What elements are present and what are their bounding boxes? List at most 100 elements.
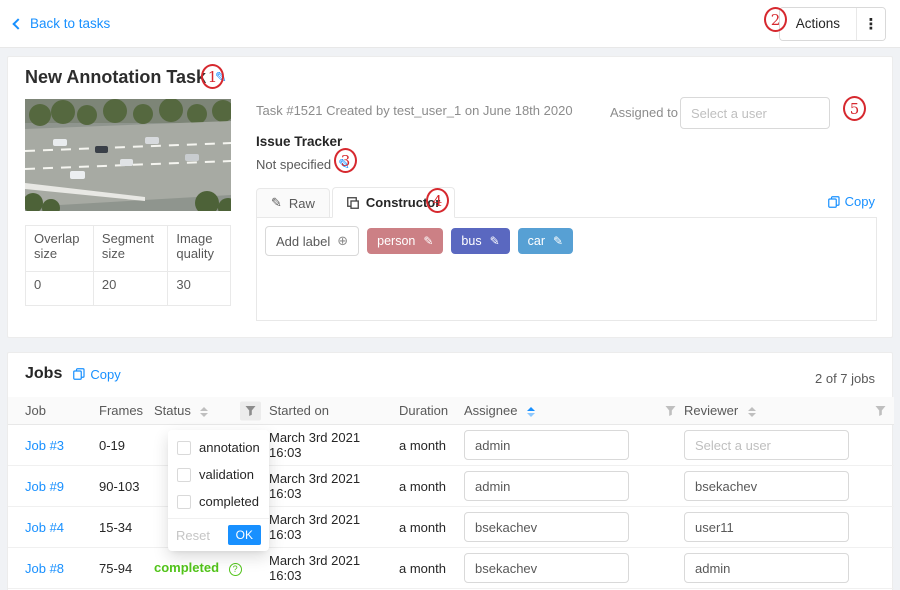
- filter-reset-button[interactable]: Reset: [176, 528, 210, 543]
- status-filter-dropdown: annotation validation completed Reset OK: [168, 430, 269, 551]
- status-cell: completed ?: [154, 548, 269, 589]
- frames-cell: 75-94: [99, 548, 154, 589]
- assignee-input[interactable]: [464, 471, 629, 501]
- filter-ok-button[interactable]: OK: [228, 525, 261, 545]
- job-status: completed: [154, 560, 219, 575]
- sort-caret[interactable]: [200, 407, 208, 417]
- assigned-to-label: Assigned to: [610, 105, 678, 120]
- filter-option-label: annotation: [199, 440, 260, 455]
- duration-cell: a month: [399, 425, 464, 466]
- annotation-circle-2: 2: [764, 7, 787, 32]
- sort-caret-active[interactable]: [527, 407, 535, 417]
- label-tag-bus[interactable]: bus ✎: [451, 228, 509, 254]
- task-params-table: Overlap size Segment size Image quality …: [25, 225, 231, 306]
- column-header-duration: Duration: [399, 397, 464, 425]
- block-icon: [347, 197, 359, 209]
- column-header-job: Job: [8, 397, 99, 425]
- add-label-text: Add label: [276, 234, 330, 249]
- job-link[interactable]: Job #4: [25, 520, 64, 535]
- param-value-quality: 30: [168, 272, 231, 306]
- sort-caret[interactable]: [748, 407, 756, 417]
- reviewer-input[interactable]: [684, 430, 849, 460]
- filter-option-annotation[interactable]: annotation: [168, 434, 269, 461]
- actions-button[interactable]: Actions: [780, 8, 856, 40]
- filter-option-label: validation: [199, 467, 254, 482]
- reviewer-input[interactable]: [684, 471, 849, 501]
- param-header-overlap: Overlap size: [26, 226, 94, 272]
- job-link[interactable]: Job #9: [25, 479, 64, 494]
- issue-tracker-label: Issue Tracker: [256, 134, 342, 149]
- reviewer-filter-icon[interactable]: [875, 405, 886, 416]
- plus-circle-icon: ⊕: [337, 233, 348, 249]
- label-name: person: [377, 234, 415, 248]
- filter-footer: Reset OK: [168, 518, 269, 551]
- task-preview-image: [25, 99, 231, 211]
- assigned-to-input[interactable]: [680, 97, 830, 129]
- assignee-header-label: Assignee: [464, 403, 517, 418]
- column-header-frames: Frames: [99, 397, 154, 425]
- column-header-reviewer[interactable]: Reviewer: [684, 397, 894, 425]
- add-label-button[interactable]: Add label ⊕: [265, 226, 359, 256]
- tab-raw-label: Raw: [289, 196, 315, 211]
- labels-row: Add label ⊕ person ✎ bus ✎ car ✎: [265, 226, 868, 256]
- started-cell: March 3rd 2021 16:03: [269, 466, 399, 507]
- question-circle-icon[interactable]: ?: [229, 563, 242, 576]
- jobs-table: Job Frames Status Started on Duration As…: [8, 397, 894, 589]
- issue-tracker-value: Not specified: [256, 157, 331, 172]
- checkbox-icon[interactable]: [177, 495, 191, 509]
- task-title-row: New Annotation Task ✎: [25, 67, 227, 88]
- filter-option-completed[interactable]: completed: [168, 488, 269, 515]
- tab-raw[interactable]: ✎ Raw: [256, 188, 330, 218]
- job-link[interactable]: Job #8: [25, 561, 64, 576]
- back-to-tasks-link[interactable]: Back to tasks: [14, 16, 110, 31]
- cvat-task-page: Back to tasks Actions ⋮ New Annotation T…: [0, 0, 900, 590]
- label-name: bus: [461, 234, 481, 248]
- job-row: Job #3 0-19 March 3rd 2021 16:03 a month: [8, 425, 894, 466]
- checkbox-icon[interactable]: [177, 441, 191, 455]
- edit-label-icon[interactable]: ✎: [423, 234, 433, 248]
- jobs-table-header-row: Job Frames Status Started on Duration As…: [8, 397, 894, 425]
- jobs-copy-label: Copy: [90, 367, 120, 382]
- kebab-menu-icon[interactable]: ⋮: [857, 8, 885, 40]
- traffic-scene-image: [25, 99, 231, 211]
- column-header-assignee[interactable]: Assignee: [464, 397, 684, 425]
- reviewer-header-label: Reviewer: [684, 403, 738, 418]
- copy-icon: [73, 368, 85, 380]
- frames-cell: 0-19: [99, 425, 154, 466]
- annotation-circle-5: 5: [843, 96, 866, 121]
- back-to-tasks-label: Back to tasks: [30, 16, 110, 31]
- started-cell: March 3rd 2021 16:03: [269, 507, 399, 548]
- param-value-overlap: 0: [26, 272, 94, 306]
- frames-cell: 90-103: [99, 466, 154, 507]
- column-header-status[interactable]: Status: [154, 397, 269, 425]
- task-meta: Task #1521 Created by test_user_1 on Jun…: [256, 103, 573, 118]
- annotation-circle-4: 4: [426, 188, 449, 213]
- jobs-count: 2 of 7 jobs: [815, 371, 875, 386]
- assignee-filter-icon[interactable]: [665, 405, 676, 416]
- annotation-circle-3: 3: [334, 148, 357, 173]
- assignee-input[interactable]: [464, 512, 629, 542]
- duration-cell: a month: [399, 548, 464, 589]
- jobs-title: Jobs: [25, 365, 62, 383]
- label-tag-person[interactable]: person ✎: [367, 228, 443, 254]
- task-details-card: New Annotation Task ✎: [7, 56, 893, 338]
- edit-label-icon[interactable]: ✎: [490, 234, 500, 248]
- pencil-icon: ✎: [271, 195, 282, 211]
- status-filter-icon[interactable]: [240, 401, 261, 420]
- job-row: Job #9 90-103 March 3rd 2021 16:03 a mon…: [8, 466, 894, 507]
- labels-copy-label: Copy: [845, 194, 875, 209]
- jobs-copy-link[interactable]: Copy: [73, 367, 120, 382]
- assignee-input[interactable]: [464, 553, 629, 583]
- label-tag-car[interactable]: car ✎: [518, 228, 573, 254]
- assignee-input[interactable]: [464, 430, 629, 460]
- edit-label-icon[interactable]: ✎: [553, 234, 563, 248]
- started-cell: March 3rd 2021 16:03: [269, 548, 399, 589]
- labels-copy-link[interactable]: Copy: [828, 194, 875, 209]
- reviewer-input[interactable]: [684, 553, 849, 583]
- job-link[interactable]: Job #3: [25, 438, 64, 453]
- filter-option-validation[interactable]: validation: [168, 461, 269, 488]
- reviewer-input[interactable]: [684, 512, 849, 542]
- param-header-segment: Segment size: [93, 226, 167, 272]
- checkbox-icon[interactable]: [177, 468, 191, 482]
- duration-cell: a month: [399, 466, 464, 507]
